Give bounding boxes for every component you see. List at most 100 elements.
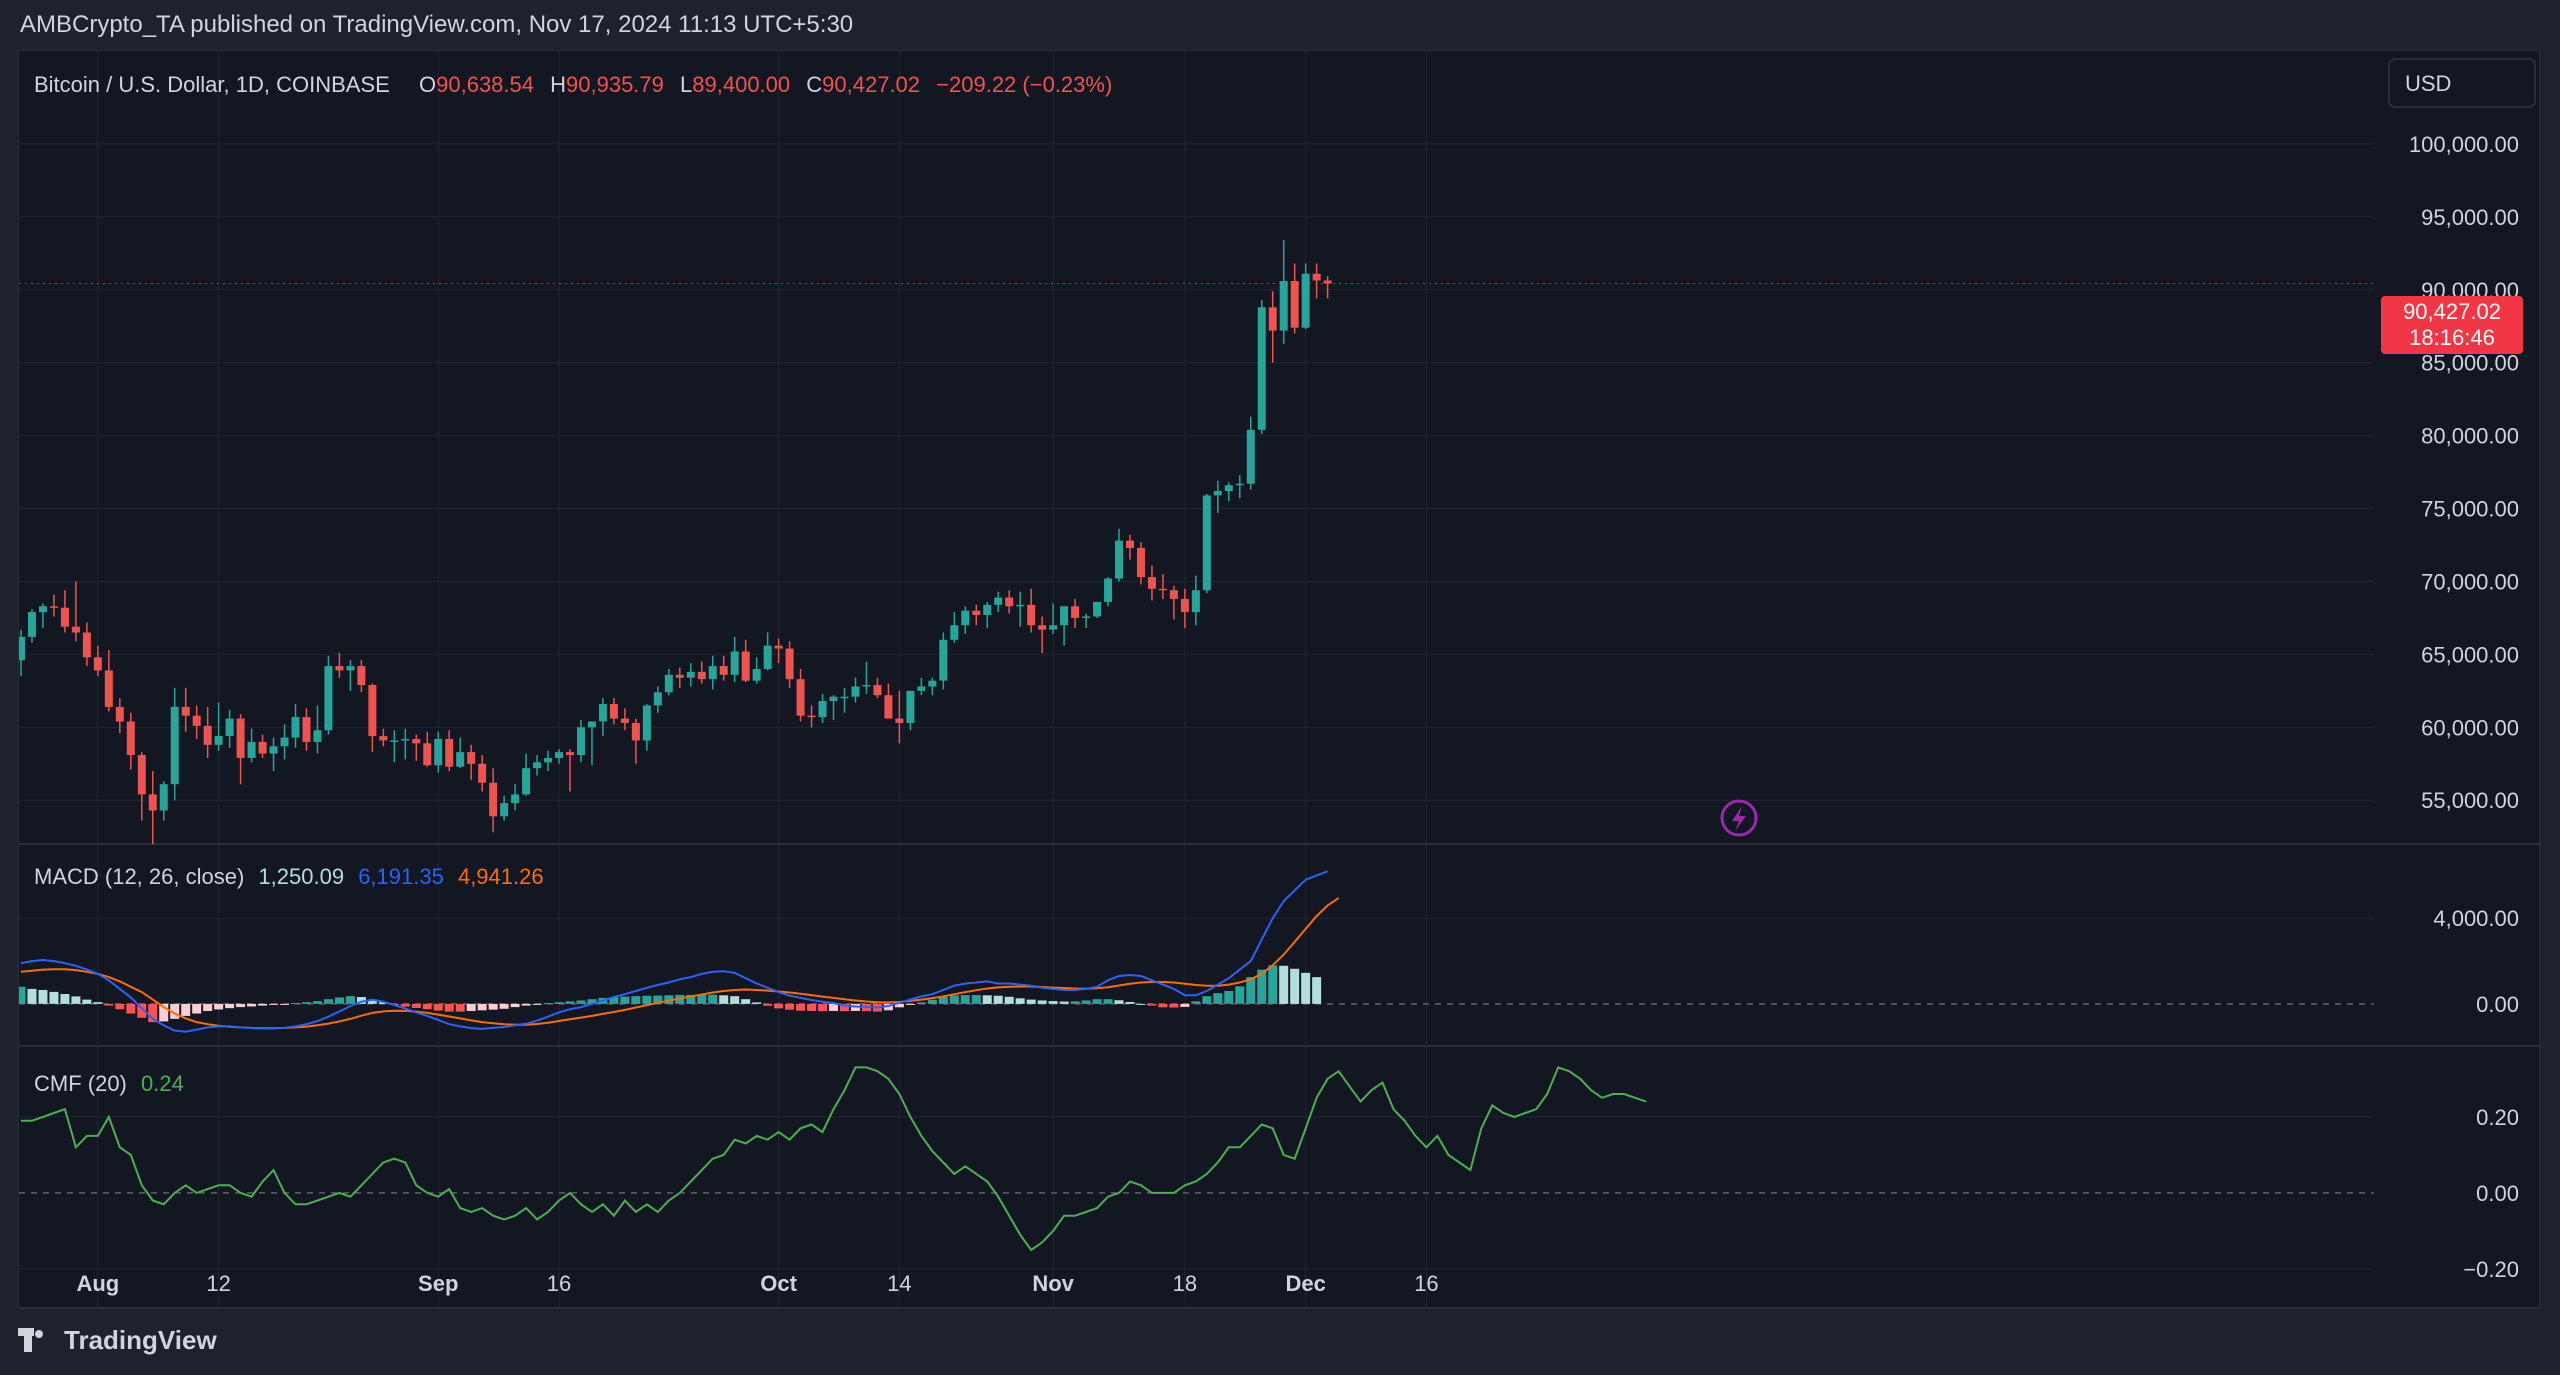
x-tick-label: Dec	[1285, 1271, 1325, 1296]
cmf-y-tick-label: 0.00	[2476, 1181, 2519, 1206]
candle	[928, 677, 937, 696]
candle-body	[335, 666, 344, 671]
candle-body	[434, 738, 443, 766]
macd-histogram-bar	[1235, 986, 1245, 1004]
candle-body	[1104, 578, 1113, 602]
candle	[708, 655, 717, 690]
macd-histogram-bar	[1015, 998, 1025, 1004]
macd-histogram-bar	[916, 1002, 926, 1004]
macd-histogram-bar	[1059, 1001, 1069, 1004]
candle-body	[1169, 590, 1178, 599]
macd-y-tick-label: 4,000.00	[2433, 906, 2519, 931]
macd-histogram-bar	[477, 1003, 487, 1011]
candle-body	[1071, 606, 1080, 618]
candle	[1323, 276, 1332, 299]
candle	[983, 601, 992, 629]
candle-body	[653, 692, 662, 706]
candle	[302, 708, 311, 751]
candle-body	[93, 657, 102, 671]
candle	[236, 714, 245, 785]
macd-histogram-bar	[554, 1002, 564, 1004]
candle	[972, 604, 981, 626]
candle	[60, 590, 69, 633]
macd-histogram-bar	[785, 1003, 795, 1010]
macd-histogram-bar	[1290, 968, 1300, 1004]
macd-histogram-bar	[433, 1003, 443, 1011]
macd-histogram-bar	[730, 996, 740, 1004]
macd-histogram-bar	[565, 1001, 575, 1004]
candle-body	[1016, 604, 1025, 607]
candle-body	[1158, 588, 1167, 591]
candle	[423, 731, 432, 767]
candle-body	[82, 632, 91, 658]
close-label: C	[806, 72, 822, 97]
macd-histogram-bar	[1213, 993, 1223, 1004]
candle	[203, 706, 212, 758]
candle-body	[346, 666, 355, 671]
candle-body	[818, 701, 827, 718]
candle	[1060, 606, 1069, 646]
brand-label: TradingView	[64, 1324, 217, 1355]
macd-histogram-bar	[1180, 1003, 1190, 1007]
candle	[1246, 416, 1255, 490]
lightning-icon[interactable]	[1720, 799, 1758, 837]
candle-body	[576, 727, 585, 756]
candle	[1158, 574, 1167, 599]
candle	[269, 737, 278, 772]
currency-button[interactable]: USD	[2388, 58, 2536, 108]
candle	[642, 703, 651, 751]
candle-body	[379, 736, 388, 741]
candle-body	[236, 718, 245, 758]
candle	[851, 677, 860, 703]
candle-body	[873, 685, 882, 696]
candle-body	[895, 718, 904, 723]
y-tick-label: 80,000.00	[2421, 424, 2519, 449]
candle	[774, 638, 783, 664]
candle-body	[467, 752, 476, 764]
macd-histogram-bar	[927, 999, 937, 1004]
candle	[247, 728, 256, 763]
tradingview-brand[interactable]: TradingView	[18, 1320, 217, 1360]
candle	[357, 660, 366, 693]
candle-body	[631, 722, 640, 741]
candle	[478, 755, 487, 792]
candle	[555, 749, 564, 764]
candle-body	[686, 671, 695, 678]
candle-body	[796, 679, 805, 716]
candle	[664, 668, 673, 696]
candle-body	[587, 721, 596, 728]
candle-body	[423, 743, 432, 766]
candle	[1235, 475, 1244, 499]
candle-body	[115, 706, 124, 722]
candle-body	[126, 721, 135, 756]
macd-histogram-bar	[576, 1000, 586, 1004]
macd-histogram-bar	[247, 1003, 257, 1007]
x-tick-label: 14	[887, 1271, 911, 1296]
macd-histogram-bar	[115, 1003, 125, 1010]
chart-frame[interactable]: Aug 12 Sep 16 Oct 14 Nov 18 Dec 16 55,000.00 60,000…	[18, 50, 2541, 1309]
candle	[93, 645, 102, 677]
currency-label[interactable]: USD	[2405, 71, 2451, 96]
high-label: H	[550, 72, 566, 97]
candle	[401, 728, 410, 760]
candle-body	[1323, 280, 1332, 284]
candle-body	[972, 610, 981, 616]
candle	[1115, 528, 1123, 582]
macd-histogram-bar	[225, 1003, 235, 1009]
candle-body	[511, 794, 520, 804]
candle-body	[500, 803, 509, 817]
cmf-line	[21, 1066, 1647, 1252]
candle	[159, 781, 168, 821]
chart-svg[interactable]: Aug 12 Sep 16 Oct 14 Nov 18 Dec 16 55,000.00 60,000…	[19, 51, 2541, 1309]
macd-histogram-bar	[27, 988, 37, 1004]
svg-text:O90,638.54 H90,935.79: O90,638.54 H90,935.79 L89,400.00 C90,427…	[419, 72, 1112, 97]
candle-body	[401, 738, 410, 741]
candle-body	[60, 607, 69, 627]
candle	[1038, 616, 1047, 653]
candle-body	[851, 686, 860, 697]
candle-body	[741, 651, 750, 681]
macd-histogram-bar	[741, 999, 751, 1004]
macd-histogram-bar	[181, 1003, 191, 1016]
macd-histogram-bar	[818, 1003, 828, 1012]
x-tick-label: 18	[1173, 1271, 1197, 1296]
